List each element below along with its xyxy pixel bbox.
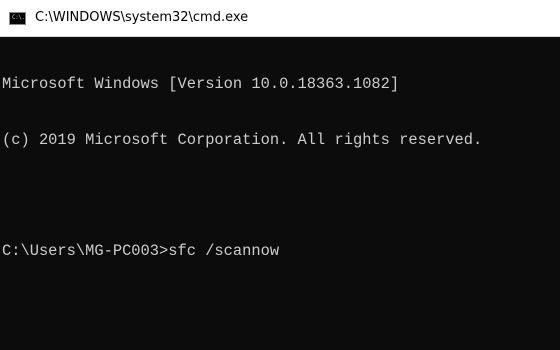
window-title: C:\WINDOWS\system32\cmd.exe — [35, 10, 249, 25]
console-line-version: Microsoft Windows [Version 10.0.18363.10… — [2, 75, 400, 93]
cmd-window: C:\. C:\WINDOWS\system32\cmd.exe Microso… — [0, 0, 560, 350]
console-line-blank — [2, 186, 560, 205]
cmd-icon-glyph: C:\. — [12, 14, 25, 21]
console-line-copyright: (c) 2019 Microsoft Corporation. All righ… — [2, 130, 483, 149]
command-input[interactable]: sfc /scannow — [168, 242, 279, 260]
command-line[interactable]: C:\Users\MG-PC003>sfc /scannow — [2, 242, 560, 261]
title-bar[interactable]: C:\. C:\WINDOWS\system32\cmd.exe — [0, 0, 560, 37]
cmd-icon[interactable]: C:\. — [9, 12, 26, 25]
console-output[interactable]: Microsoft Windows [Version 10.0.18363.10… — [2, 38, 560, 350]
command-prompt: C:\Users\MG-PC003> — [2, 241, 169, 260]
